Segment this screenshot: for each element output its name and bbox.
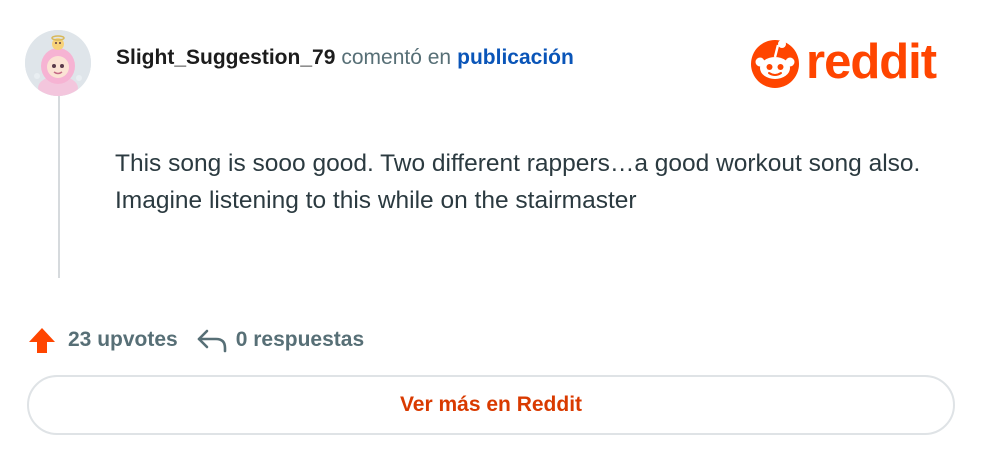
thread-line: [58, 96, 60, 278]
upvote-count: 23 upvotes: [68, 328, 178, 351]
reddit-wordmark: reddit: [806, 35, 937, 89]
reply-button[interactable]: 0 respuestas: [196, 327, 364, 353]
upvote-arrow-icon: [29, 328, 55, 353]
reply-arrow-icon: [197, 329, 227, 353]
post-link[interactable]: publicación: [457, 46, 574, 69]
commented-in-text: comentó en: [341, 46, 452, 69]
upvote-button[interactable]: 23 upvotes: [28, 326, 178, 354]
comment-header: Slight_Suggestion_79 comentó en publicació…: [116, 44, 574, 72]
reddit-snoo-icon: [751, 40, 799, 88]
comment-body: This song is sooo good. Two different ra…: [115, 150, 921, 214]
reply-count: 0 respuestas: [235, 328, 365, 351]
avatar-illustration: [25, 30, 91, 96]
comment-actions: 23 upvotes 0 respuestas: [28, 326, 364, 354]
view-more-label: Ver más en Reddit: [399, 393, 583, 416]
username-link[interactable]: Slight_Suggestion_79: [116, 46, 335, 69]
reddit-logo[interactable]: reddit: [748, 35, 937, 89]
view-more-on-reddit-button[interactable]: Ver más en Reddit: [27, 375, 955, 435]
avatar[interactable]: [25, 30, 91, 96]
